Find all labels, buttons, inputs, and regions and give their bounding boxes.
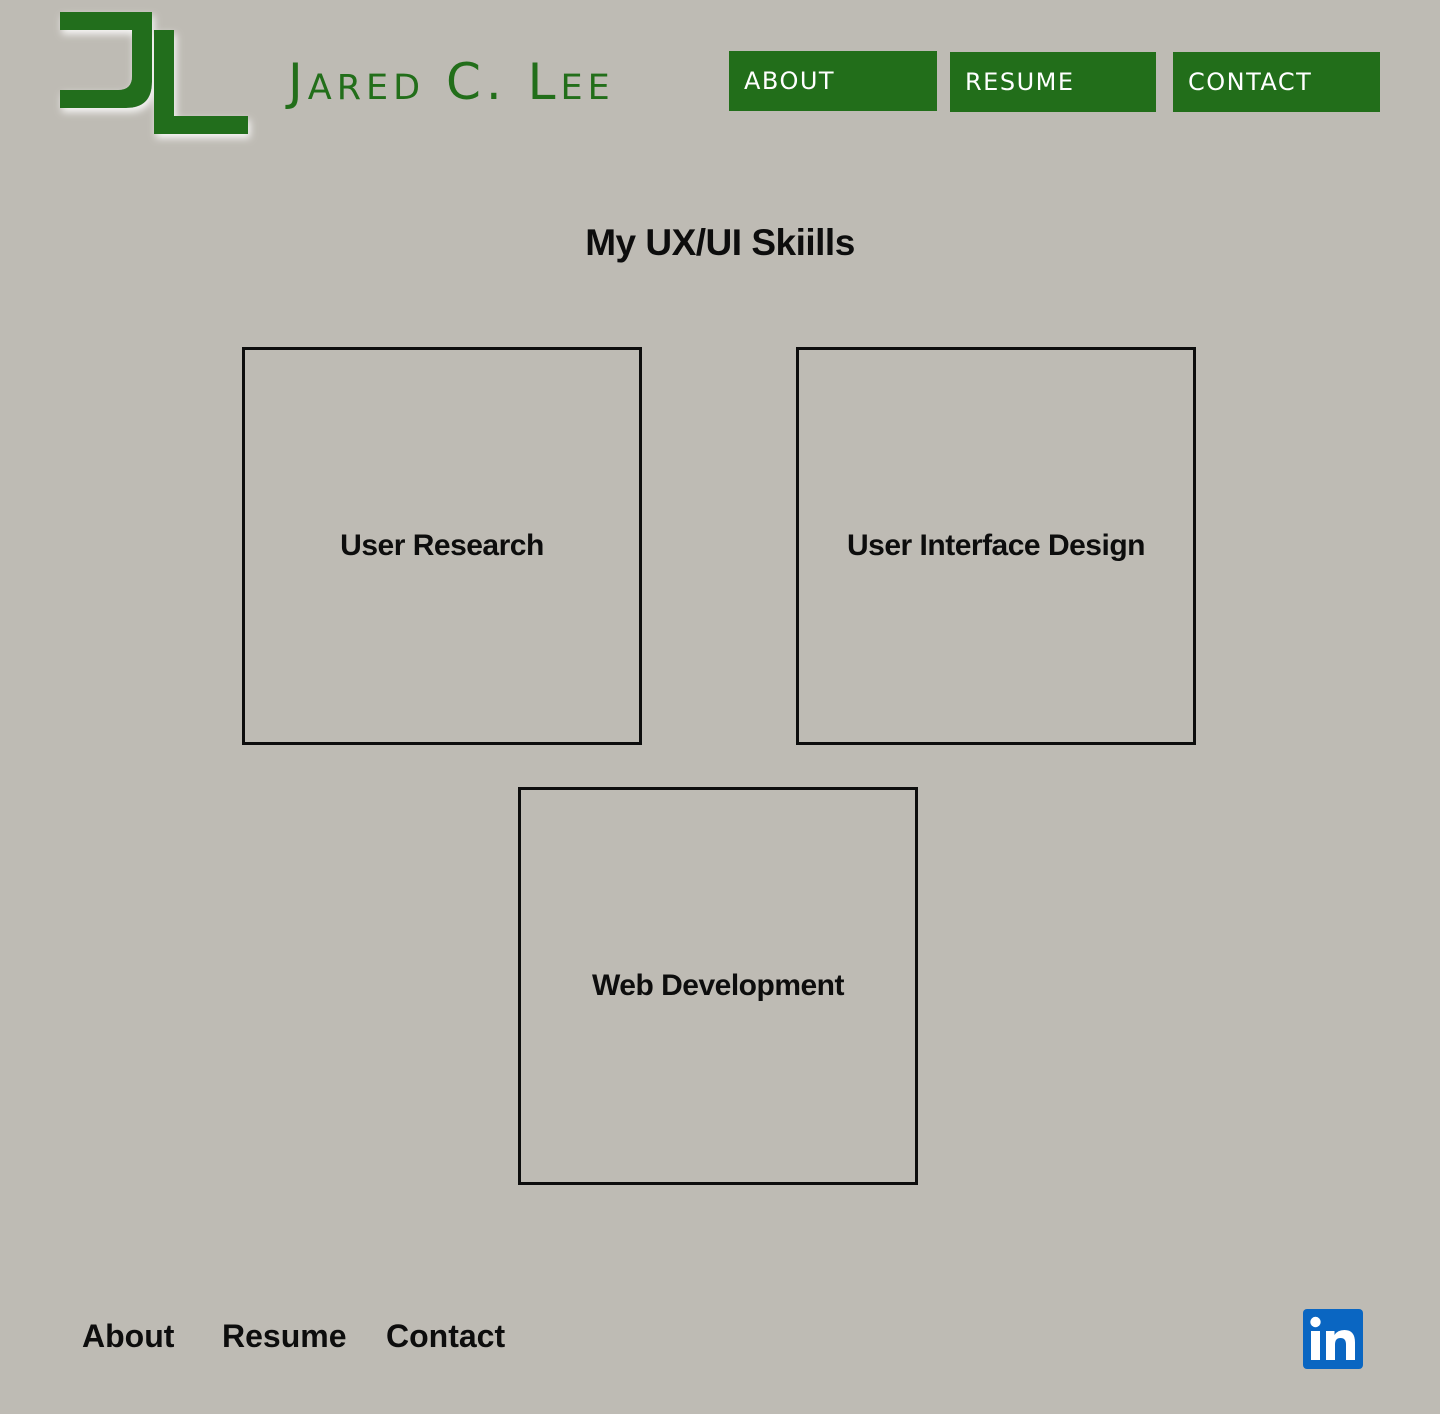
- footer-link-contact[interactable]: Contact: [386, 1318, 505, 1355]
- skill-card-label: User Research: [340, 529, 544, 562]
- jl-monogram-logo[interactable]: [60, 12, 256, 144]
- skill-card-label: User Interface Design: [847, 529, 1145, 562]
- skill-card-web-development[interactable]: Web Development: [518, 787, 918, 1185]
- nav-resume-button[interactable]: RESUME: [950, 52, 1156, 112]
- footer-link-about[interactable]: About: [82, 1318, 174, 1355]
- skill-card-user-interface-design[interactable]: User Interface Design: [796, 347, 1196, 745]
- page-title: My UX/UI Skiills: [585, 222, 855, 263]
- site-name: Jared C. Lee: [288, 53, 615, 111]
- skill-card-label: Web Development: [592, 969, 845, 1002]
- linkedin-icon[interactable]: [1303, 1309, 1363, 1369]
- skill-card-user-research[interactable]: User Research: [242, 347, 642, 745]
- footer-link-resume[interactable]: Resume: [222, 1318, 347, 1355]
- nav-about-button[interactable]: ABOUT: [729, 51, 937, 111]
- nav-contact-button[interactable]: CONTACT: [1173, 52, 1380, 112]
